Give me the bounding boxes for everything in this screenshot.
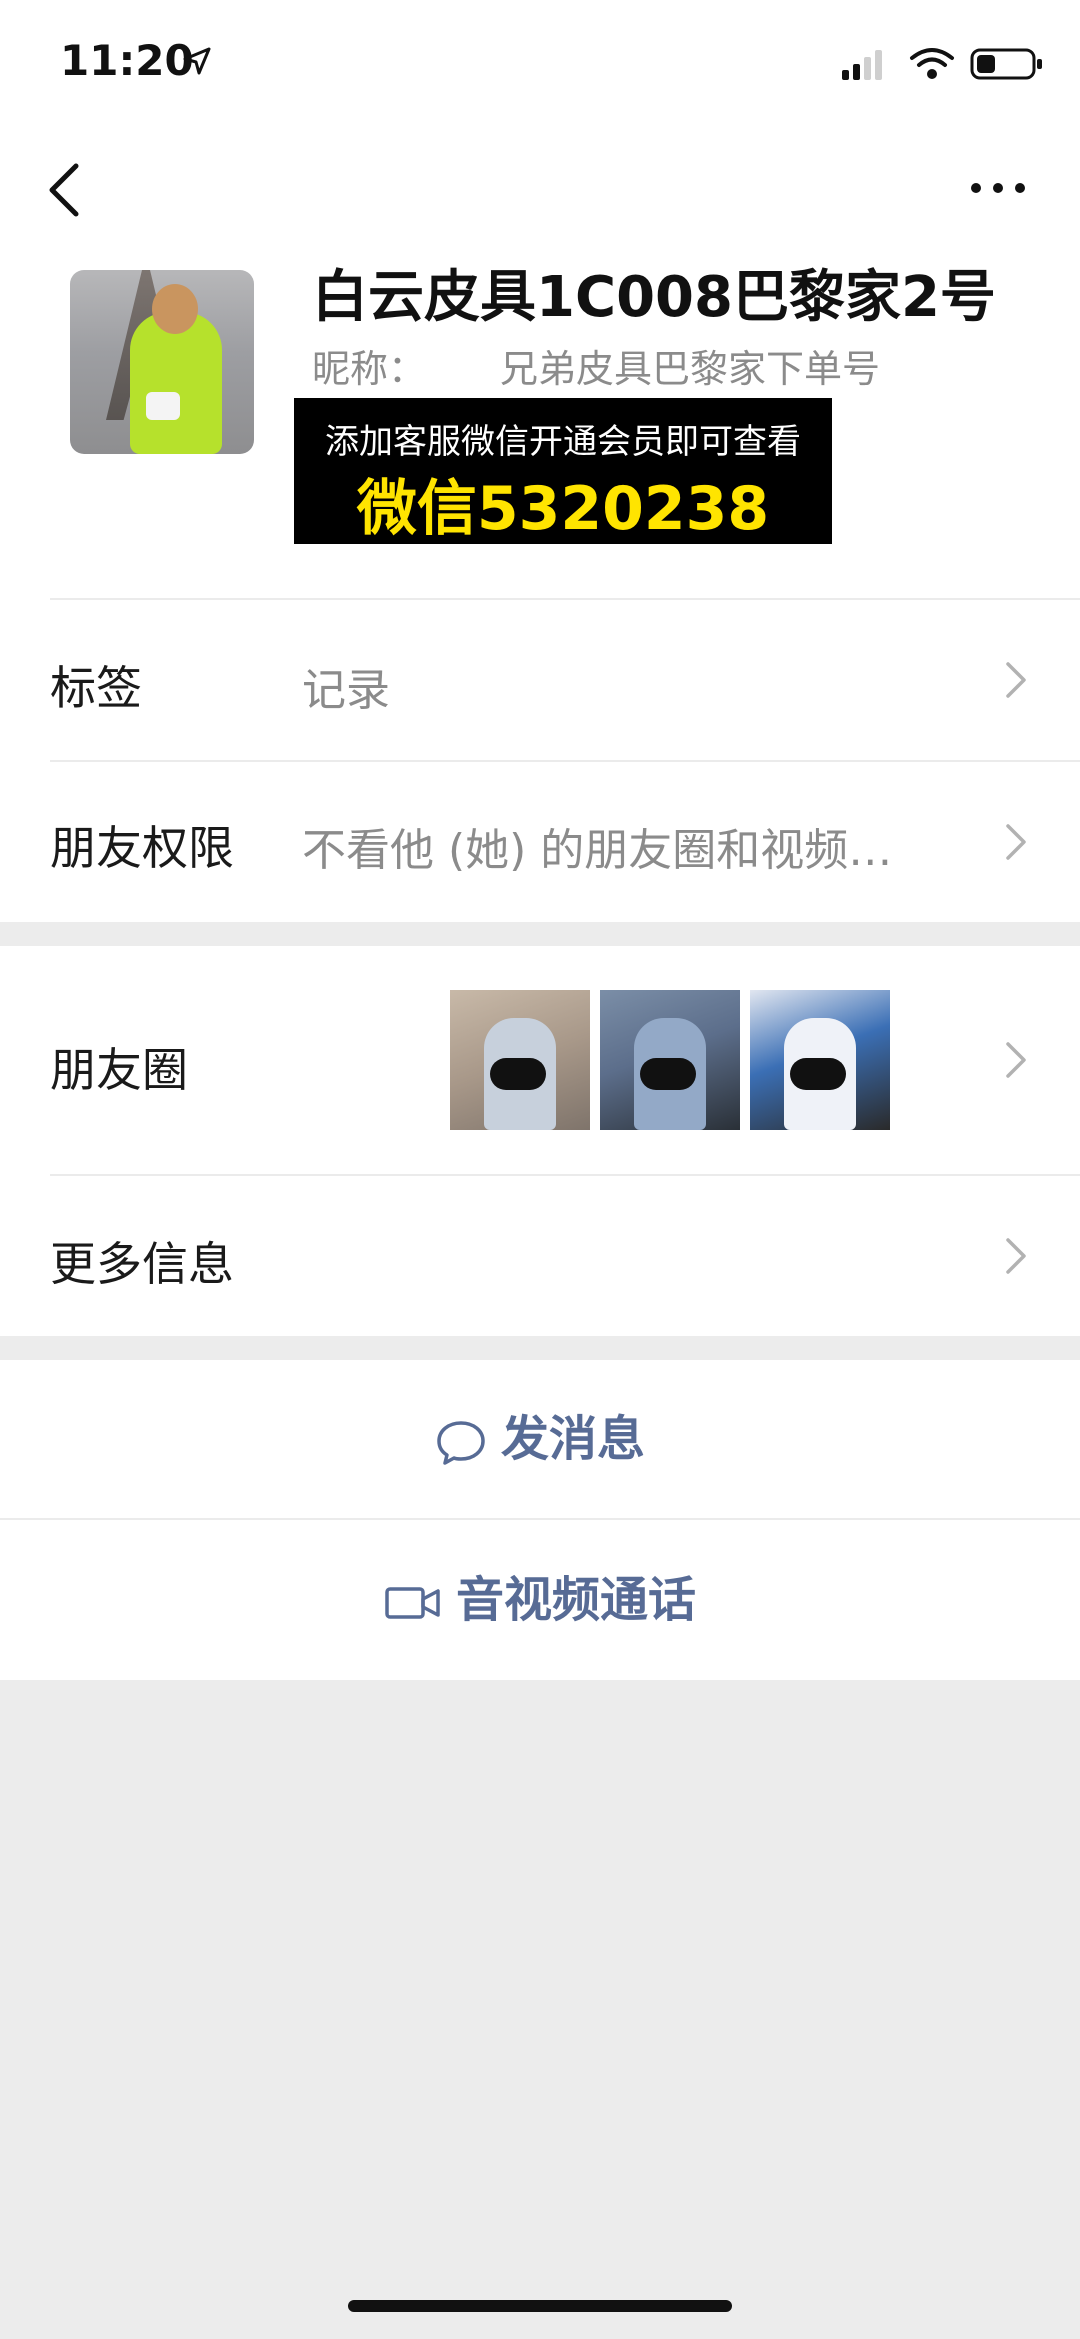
send-message-label: 发消息 <box>500 1411 645 1467</box>
battery-icon <box>970 48 1042 80</box>
tags-value: 记录 <box>302 665 390 716</box>
section-gap <box>0 1336 1080 1360</box>
promo-wechat-id: 微信5320238 <box>356 474 770 544</box>
moments-thumbnail <box>600 990 740 1130</box>
moments-thumbnail <box>450 990 590 1130</box>
chevron-right-icon <box>1006 662 1026 698</box>
thumbnail-bag <box>490 1058 546 1090</box>
chevron-right-icon <box>1006 1238 1026 1274</box>
home-indicator[interactable] <box>348 2300 732 2312</box>
promo-text: 添加客服微信开通会员即可查看 <box>325 422 801 462</box>
permissions-label: 朋友权限 <box>50 821 234 875</box>
profile-name: 白云皮具1C008巴黎家2号 <box>312 265 996 330</box>
video-call-button[interactable]: 音视频通话 <box>0 1520 1080 1680</box>
wifi-icon <box>910 48 954 79</box>
nickname-value: 兄弟皮具巴黎家下单号 <box>500 347 881 391</box>
location-arrow-icon <box>183 47 211 75</box>
moments-thumbnail <box>750 990 890 1130</box>
moments-label: 朋友圈 <box>50 1043 188 1097</box>
more-button[interactable] <box>968 176 1028 200</box>
avatar-head <box>152 284 198 334</box>
permissions-value: 不看他 (她) 的朋友圈和视频… <box>302 825 893 876</box>
nickname-label: 昵称： <box>312 347 427 391</box>
avatar[interactable] <box>70 270 254 454</box>
chevron-right-icon <box>1006 824 1026 860</box>
chevron-right-icon <box>1006 1042 1026 1078</box>
promo-overlay: 添加客服微信开通会员即可查看 微信5320238 <box>294 398 832 544</box>
back-button[interactable] <box>44 160 84 220</box>
send-message-button[interactable]: 发消息 <box>0 1360 1080 1518</box>
tags-label: 标签 <box>50 661 142 715</box>
signal-icon <box>842 50 882 80</box>
section-gap <box>0 922 1080 946</box>
video-call-label: 音视频通话 <box>455 1572 696 1628</box>
video-camera-icon <box>385 1587 440 1619</box>
chat-bubble-icon <box>437 1421 485 1465</box>
status-time: 11:20 <box>60 36 194 85</box>
thumbnail-bag <box>640 1058 696 1090</box>
status-icons <box>842 48 1042 80</box>
more-info-label: 更多信息 <box>50 1237 234 1291</box>
thumbnail-bag <box>790 1058 846 1090</box>
avatar-bag <box>146 392 180 420</box>
tags-row[interactable] <box>0 600 1080 760</box>
